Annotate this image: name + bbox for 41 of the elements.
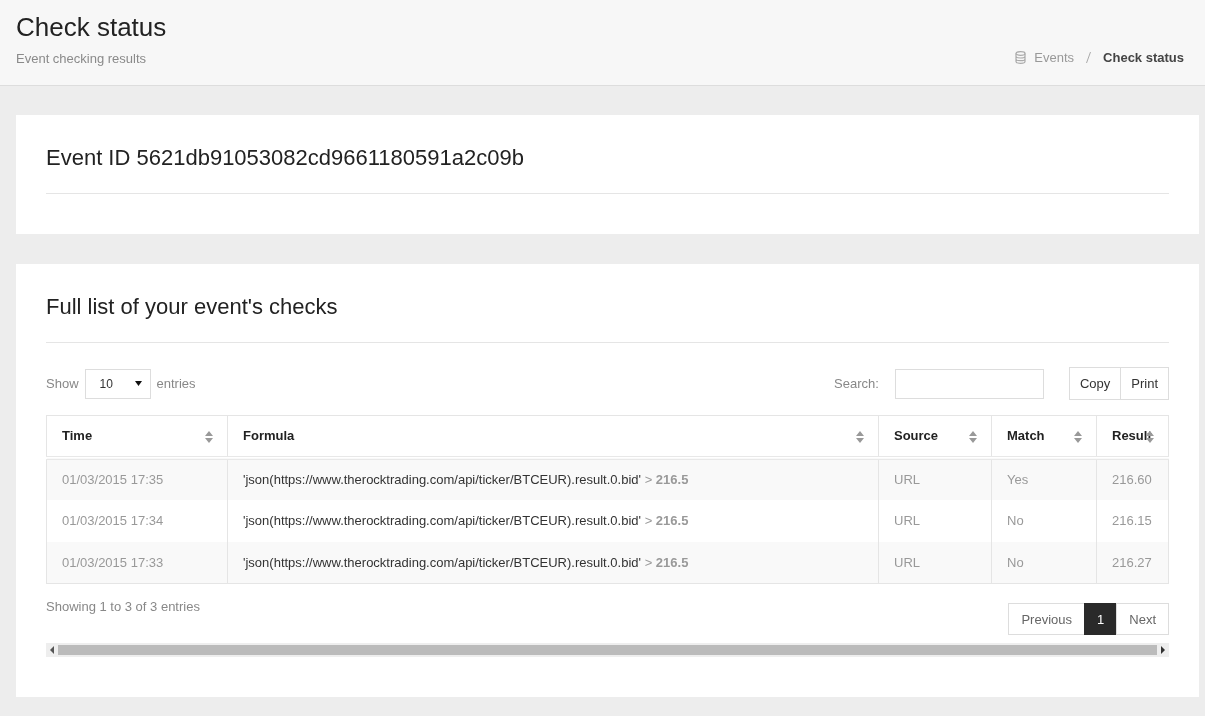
page-subtitle: Event checking results (16, 51, 148, 66)
table-cell: Yes (991, 457, 1097, 500)
formula-cell: 'json(https://www.therocktrading.com/api/ticker/BTCEUR).result.0.bid' > 216.5 (227, 457, 879, 500)
table-cell: 216.15 (1096, 499, 1169, 542)
entries-select[interactable]: 10 (84, 368, 151, 399)
database-icon (1015, 51, 1027, 64)
export-button[interactable]: Copy (1068, 367, 1122, 400)
page-title: Check status (16, 12, 167, 43)
table-info: Showing 1 to 3 of 3 entries (46, 599, 200, 614)
table-cell: 01/03/2015 17:33 (46, 541, 228, 584)
scroll-left-icon[interactable] (50, 646, 54, 654)
sort-icon[interactable] (969, 431, 977, 443)
sort-icon[interactable] (1074, 431, 1082, 443)
formula-cell: 'json(https://www.therocktrading.com/api/ticker/BTCEUR).result.0.bid' > 216.5 (227, 541, 879, 584)
search-field[interactable] (894, 368, 1044, 399)
search-label: Search: (834, 376, 879, 391)
formula-cell: 'json(https://www.therocktrading.com/api/ticker/BTCEUR).result.0.bid' > 216.5 (227, 499, 879, 542)
table-cell: URL (878, 457, 992, 500)
table-cell: No (991, 499, 1097, 542)
sort-icon[interactable] (856, 431, 864, 443)
scroll-right-icon[interactable] (1161, 646, 1165, 654)
table-cell: 01/03/2015 17:35 (46, 457, 228, 500)
sort-icon[interactable] (205, 431, 213, 443)
show-label: Show (46, 376, 79, 391)
page-button[interactable]: Next (1116, 603, 1169, 635)
breadcrumb-current: Check status (1103, 50, 1184, 65)
page-button[interactable]: 1 (1084, 603, 1118, 635)
entries-label: entries (156, 376, 196, 391)
table-cell: URL (878, 499, 992, 542)
horizontal-scrollbar[interactable] (46, 643, 1169, 657)
caret-icon (134, 381, 142, 386)
export-button[interactable]: Print (1120, 367, 1169, 400)
slash-separator-icon (1086, 52, 1092, 63)
table-cell: No (991, 541, 1097, 584)
event-id-title: Event ID 5621db91053082cd9661180591a2c09b (46, 145, 1169, 194)
table-cell: 216.27 (1096, 541, 1169, 584)
page-button[interactable]: Previous (1008, 603, 1086, 635)
checks-title: Full list of your event's checks (46, 294, 1169, 343)
table-cell: 216.60 (1096, 457, 1169, 500)
table-cell: 01/03/2015 17:34 (46, 499, 228, 542)
table-cell: URL (878, 541, 992, 584)
